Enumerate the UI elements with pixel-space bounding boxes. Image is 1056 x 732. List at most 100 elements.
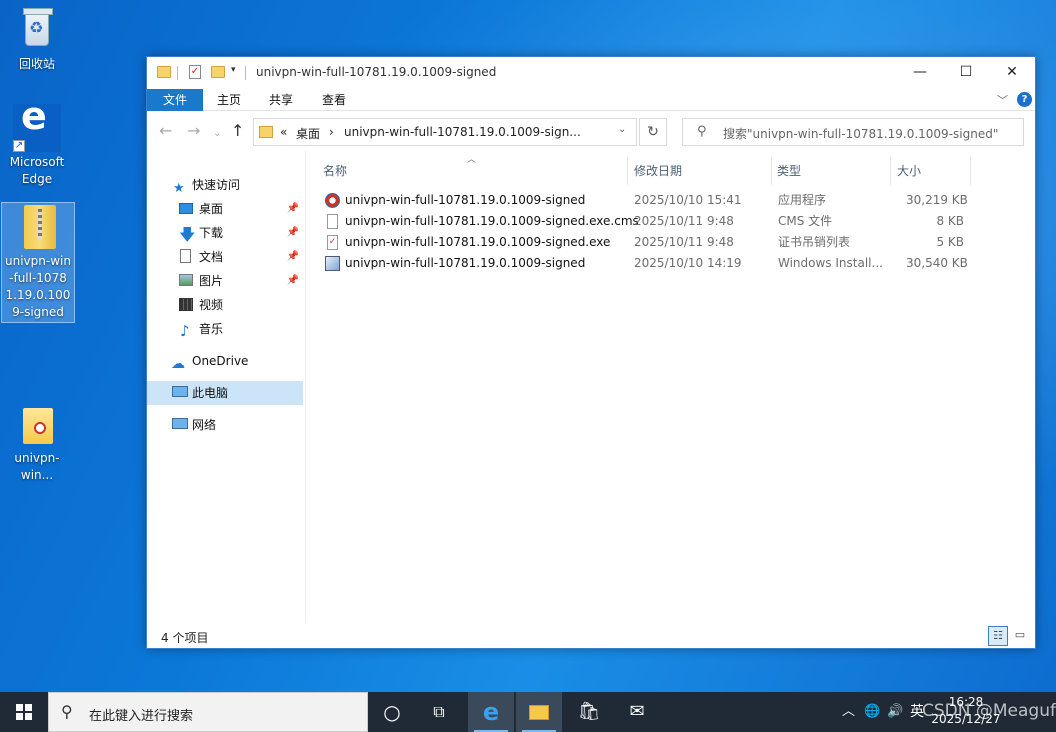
- show-hidden-icons-icon[interactable]: ︿: [842, 692, 855, 732]
- nav-item-videos[interactable]: 视频: [147, 293, 303, 317]
- cloud-icon: ☁: [171, 356, 185, 372]
- edge-taskbar-icon[interactable]: e: [468, 692, 514, 732]
- close-button[interactable]: ✕: [989, 57, 1035, 87]
- file-row[interactable]: univpn-win-full-10781.19.0.1009-signed 2…: [305, 190, 1035, 211]
- file-date: 2025/10/10 14:19: [634, 256, 742, 270]
- large-icons-view-icon[interactable]: ▭: [1010, 626, 1030, 646]
- file-type: 应用程序: [778, 193, 827, 207]
- cortana-icon[interactable]: ○: [369, 692, 415, 732]
- forward-icon[interactable]: →: [187, 123, 200, 139]
- network-tray-icon[interactable]: 🌐: [864, 692, 880, 732]
- nav-item-onedrive[interactable]: ☁ OneDrive: [147, 349, 303, 373]
- nav-item-downloads[interactable]: 🡇 下载 📌: [147, 221, 303, 245]
- explorer-window[interactable]: ✓ ▾ univpn-win-full-10781.19.0.1009-sign…: [146, 56, 1036, 649]
- nav-item-this-pc[interactable]: 此电脑: [147, 381, 303, 405]
- nav-item-music[interactable]: ♪ 音乐: [147, 317, 303, 341]
- nav-item-pictures[interactable]: 图片 📌: [147, 269, 303, 293]
- taskbar-search-box[interactable]: ⚲ 在此键入进行搜索: [48, 692, 368, 732]
- divider: [245, 66, 246, 80]
- pin-icon[interactable]: 📌: [287, 221, 299, 245]
- taskbar: ⚲ 在此键入进行搜索 ○ ⧉ e 🛍 ✉ ︿ 🌐 🔊 英 16:28 2025/…: [0, 692, 1056, 732]
- certificate-icon: ✓: [327, 235, 338, 250]
- video-icon: [179, 298, 193, 311]
- file-name: univpn-win-full-10781.19.0.1009-signed: [345, 193, 586, 207]
- file-explorer-taskbar-icon[interactable]: [516, 692, 562, 732]
- breadcrumb-desktop[interactable]: 桌面: [296, 125, 320, 142]
- file-size: 5 KB: [936, 235, 964, 249]
- properties-icon[interactable]: ✓: [189, 65, 201, 79]
- network-icon: [172, 418, 188, 429]
- column-header-date[interactable]: 修改日期: [616, 157, 760, 185]
- file-size: 8 KB: [936, 214, 964, 228]
- breadcrumb-separator[interactable]: ›: [329, 125, 334, 139]
- file-date: 2025/10/11 9:48: [634, 235, 734, 249]
- file-date: 2025/10/11 9:48: [634, 214, 734, 228]
- store-taskbar-icon[interactable]: 🛍: [566, 692, 612, 732]
- search-box[interactable]: ⚲ 搜索"univpn-win-full-10781.19.0.1009-sig…: [682, 118, 1024, 146]
- file-name: univpn-win-full-10781.19.0.1009-signed.e…: [345, 214, 639, 228]
- nav-item-label: 图片: [199, 274, 224, 288]
- mail-taskbar-icon[interactable]: ✉: [614, 692, 660, 732]
- column-header-size[interactable]: 大小: [879, 157, 969, 185]
- pin-icon[interactable]: 📌: [287, 269, 299, 293]
- start-button[interactable]: [0, 692, 48, 732]
- title-bar[interactable]: ✓ ▾ univpn-win-full-10781.19.0.1009-sign…: [147, 57, 1035, 89]
- blank-file-icon: [327, 214, 338, 229]
- desktop-icon-recycle-bin[interactable]: 回收站: [0, 6, 74, 73]
- nav-item-documents[interactable]: 文档 📌: [147, 245, 303, 269]
- tab-share[interactable]: 共享: [255, 89, 307, 111]
- desktop-icon-zip-folder[interactable]: univpn-win-full-10781.19.0.1009-signed: [1, 202, 75, 323]
- search-icon: ⚲: [61, 702, 73, 721]
- breadcrumb-current-folder[interactable]: univpn-win-full-10781.19.0.1009-sign...: [344, 125, 581, 139]
- recent-locations-icon[interactable]: ⌄: [213, 126, 221, 142]
- tab-home[interactable]: 主页: [203, 89, 255, 111]
- volume-icon[interactable]: 🔊: [887, 692, 903, 732]
- nav-item-label: 文档: [199, 250, 224, 264]
- file-type: CMS 文件: [778, 214, 833, 228]
- task-view-icon[interactable]: ⧉: [416, 692, 462, 732]
- folder-icon: [13, 400, 61, 448]
- address-chevron[interactable]: «: [280, 125, 287, 139]
- window-title: univpn-win-full-10781.19.0.1009-signed: [256, 65, 497, 79]
- back-icon[interactable]: ←: [159, 123, 172, 139]
- tab-file[interactable]: 文件: [147, 89, 203, 111]
- divider: [177, 66, 178, 80]
- nav-item-label: 快速访问: [192, 178, 241, 192]
- desktop-icon-edge[interactable]: e ↗ Microsoft Edge: [0, 97, 74, 188]
- file-size: 30,540 KB: [906, 256, 968, 270]
- desktop-icon-folder[interactable]: univpn-win...: [0, 400, 74, 484]
- navigation-bar: ← → ⌄ ↑ « 桌面 › univpn-win-full-10781.19.…: [147, 111, 1035, 151]
- computer-icon: [172, 386, 188, 397]
- up-icon[interactable]: ↑: [231, 123, 244, 139]
- desktop-icon-label: univpn-win-full-10781.19.0.1009-signed: [5, 254, 71, 319]
- file-row[interactable]: univpn-win-full-10781.19.0.1009-signed 2…: [305, 253, 1035, 274]
- minimize-button[interactable]: —: [897, 57, 943, 87]
- new-folder-icon[interactable]: [211, 66, 225, 78]
- refresh-button[interactable]: ↻: [639, 118, 667, 146]
- folder-icon: [157, 66, 171, 78]
- watermark: CSDN @Meaguf: [922, 701, 1056, 721]
- nav-item-desktop[interactable]: 桌面 📌: [147, 197, 303, 221]
- column-header-type[interactable]: 类型: [759, 157, 879, 185]
- pin-icon[interactable]: 📌: [287, 245, 299, 269]
- tab-view[interactable]: 查看: [308, 89, 360, 111]
- file-row[interactable]: ✓ univpn-win-full-10781.19.0.1009-signed…: [305, 232, 1035, 253]
- customize-toolbar-icon[interactable]: ▾: [231, 65, 236, 81]
- pin-icon[interactable]: 📌: [287, 197, 299, 221]
- expand-ribbon-icon[interactable]: ﹀: [997, 92, 1008, 108]
- help-icon[interactable]: ?: [1017, 92, 1032, 107]
- navigation-pane: ★ 快速访问 桌面 📌 🡇 下载 📌 文档 📌 图片 📌 视频 ♪ 音乐 ☁ O…: [147, 151, 305, 623]
- column-header-name[interactable]: 名称: [305, 157, 627, 185]
- nav-item-label: 桌面: [199, 202, 224, 216]
- nav-item-label: 此电脑: [192, 386, 229, 400]
- details-view-icon[interactable]: ☷: [988, 626, 1008, 646]
- address-dropdown-icon[interactable]: ⌄: [618, 124, 626, 135]
- address-bar[interactable]: « 桌面 › univpn-win-full-10781.19.0.1009-s…: [253, 118, 637, 146]
- column-divider[interactable]: [970, 157, 971, 185]
- picture-icon: [179, 274, 193, 286]
- nav-item-network[interactable]: 网络: [147, 413, 303, 437]
- maximize-button[interactable]: ☐: [943, 57, 989, 87]
- file-row[interactable]: univpn-win-full-10781.19.0.1009-signed.e…: [305, 211, 1035, 232]
- nav-item-quick-access[interactable]: ★ 快速访问: [147, 173, 303, 197]
- app-icon: [325, 193, 340, 208]
